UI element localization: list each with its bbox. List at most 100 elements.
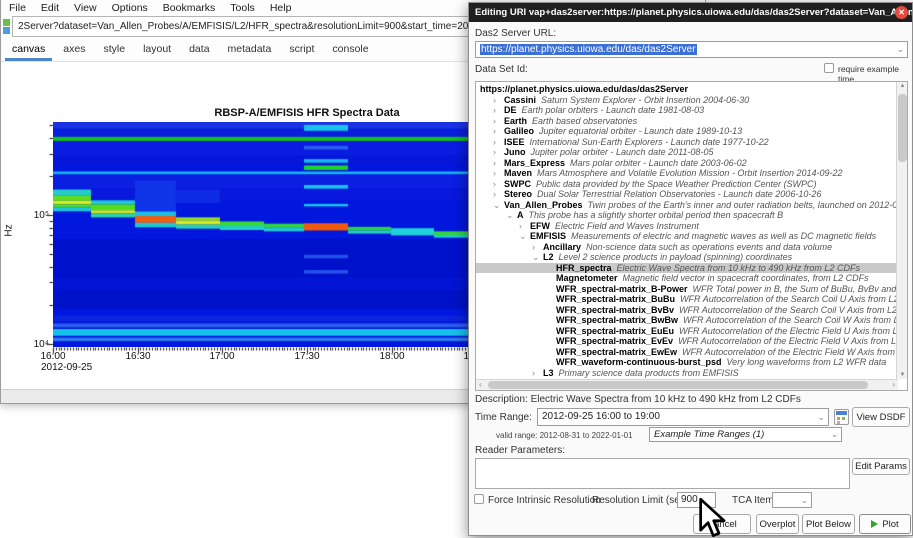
expand-icon[interactable]: › xyxy=(493,95,504,106)
expand-icon[interactable]: › xyxy=(493,116,504,127)
expand-icon[interactable]: › xyxy=(493,189,504,200)
play-icon xyxy=(871,520,878,528)
overplot-button[interactable]: Overplot xyxy=(756,514,799,534)
tree-item-name: EFW xyxy=(530,221,550,231)
tree-item-cassini[interactable]: ›CassiniSaturn System Explorer - Orbit I… xyxy=(476,95,897,106)
tree-item-wfr_spectral-matrix_b-power[interactable]: WFR_spectral-matrix_B-PowerWFR Total pow… xyxy=(476,284,897,295)
tree-item-wfr_spectral-matrix_ewew[interactable]: WFR_spectral-matrix_EwEwWFR Autocorrelat… xyxy=(476,347,897,358)
dialog-titlebar[interactable]: Editing URI vap+das2server:https://plane… xyxy=(469,3,912,22)
chevron-down-icon[interactable]: ⌄ xyxy=(830,428,838,441)
tree-item-wfr_spectral-matrix_bwbw[interactable]: WFR_spectral-matrix_BwBwWFR Autocorrelat… xyxy=(476,315,897,326)
expand-icon[interactable]: › xyxy=(493,158,504,169)
tca-item-combo[interactable]: ⌄ xyxy=(772,492,812,508)
plot-below-button[interactable]: Plot Below xyxy=(802,514,855,534)
view-dsdf-button[interactable]: View DSDF xyxy=(852,407,910,427)
tree-item-wfr_waveform-continuous-burst_psd[interactable]: WFR_waveform-continuous-burst_psdVery lo… xyxy=(476,357,897,368)
tree-item-earth[interactable]: ›EarthEarth based observatories xyxy=(476,116,897,127)
scroll-right-icon[interactable]: › xyxy=(892,380,895,390)
tab-metadata[interactable]: metadata xyxy=(219,39,281,61)
reader-parameters-input[interactable] xyxy=(475,458,850,489)
menu-tools[interactable]: Tools xyxy=(230,2,255,14)
expand-icon[interactable]: › xyxy=(493,126,504,137)
tree-item-name: HFR_spectra xyxy=(556,263,612,273)
expand-icon[interactable]: › xyxy=(493,179,504,190)
tree-item-wfr_spectral-matrix_bubu[interactable]: WFR_spectral-matrix_BuBuWFR Autocorrelat… xyxy=(476,294,897,305)
collapse-icon[interactable]: ⌄ xyxy=(493,200,504,211)
scroll-down-icon[interactable]: ▼ xyxy=(897,372,908,378)
collapse-icon[interactable]: ⌄ xyxy=(532,252,543,263)
tab-layout[interactable]: layout xyxy=(134,39,180,61)
collapse-icon[interactable]: ⌄ xyxy=(519,231,530,242)
expand-icon[interactable]: › xyxy=(493,147,504,158)
tree-item-swpc[interactable]: ›SWPCPublic data provided by the Space W… xyxy=(476,179,897,190)
tree-item-wfr_spectral-matrix_bvbv[interactable]: WFR_spectral-matrix_BvBvWFR Autocorrelat… xyxy=(476,305,897,316)
resolution-limit-input[interactable]: 900 xyxy=(677,492,716,508)
xtick-1800: 18:00 xyxy=(379,351,404,362)
tree-item-wfr_spectral-matrix_evev[interactable]: WFR_spectral-matrix_EvEvWFR Autocorrelat… xyxy=(476,336,897,347)
description-row: Description: Electric Wave Spectra from … xyxy=(475,394,801,405)
tree-item-httpsplanetphysicsuiowaedudasdas2server[interactable]: https://planet.physics.uiowa.edu/das/das… xyxy=(476,84,897,95)
expand-icon[interactable]: › xyxy=(532,242,543,253)
example-time-ranges-label: Example Time Ranges (1) xyxy=(654,429,764,440)
expand-icon[interactable]: › xyxy=(493,105,504,116)
tree-item-efw[interactable]: ›EFWElectric Field and Waves Instrument xyxy=(476,221,897,232)
tree-item-mars_express[interactable]: ›Mars_ExpressMars polar orbiter - Launch… xyxy=(476,158,897,169)
tab-script[interactable]: script xyxy=(280,39,323,61)
tree-item-emfisis[interactable]: ⌄EMFISISMeasurements of electric and mag… xyxy=(476,231,897,242)
example-time-ranges-combo[interactable]: Example Time Ranges (1) ⌄ xyxy=(649,427,842,442)
tree-item-name: DE xyxy=(504,105,517,115)
calendar-icon[interactable] xyxy=(834,409,849,425)
force-intrinsic-resolution-checkbox[interactable] xyxy=(474,494,484,504)
tab-data[interactable]: data xyxy=(180,39,218,61)
scroll-up-icon[interactable]: ▲ xyxy=(897,83,908,89)
chevron-down-icon[interactable]: ⌄ xyxy=(800,493,808,507)
tree-item-l3[interactable]: ›L3Primary science data products from EM… xyxy=(476,368,897,379)
tree-item-stereo[interactable]: ›StereoDual Solar Terrestrial Relation O… xyxy=(476,189,897,200)
menu-help[interactable]: Help xyxy=(270,2,292,14)
tree-item-name: Cassini xyxy=(504,95,536,105)
cancel-button[interactable]: Cancel xyxy=(693,514,751,534)
tree-item-galileo[interactable]: ›GalileoJupiter equatorial orbiter - Lau… xyxy=(476,126,897,137)
scroll-left-icon[interactable]: ‹ xyxy=(479,380,482,390)
tree-item-l2[interactable]: ⌄L2Level 2 science products in payload (… xyxy=(476,252,897,263)
tree-item-a[interactable]: ⌄AThis probe has a slightly shorter orbi… xyxy=(476,210,897,221)
tree-item-de[interactable]: ›DEEarth polar orbiters - Launch date 19… xyxy=(476,105,897,116)
tree-item-name: WFR_spectral-matrix_B-Power xyxy=(556,284,688,294)
tree-item-magnetometer[interactable]: MagnetometerMagnetic field vector in spa… xyxy=(476,273,897,284)
close-icon[interactable]: ✕ xyxy=(895,6,908,19)
menu-options[interactable]: Options xyxy=(112,2,148,14)
require-example-time-checkbox[interactable] xyxy=(824,63,834,73)
menu-edit[interactable]: Edit xyxy=(41,2,59,14)
tab-console[interactable]: console xyxy=(323,39,377,61)
chevron-down-icon[interactable]: ⌄ xyxy=(896,42,904,56)
tree-item-hfr_spectra[interactable]: HFR_spectraElectric Wave Spectra from 10… xyxy=(476,263,897,274)
menu-bookmarks[interactable]: Bookmarks xyxy=(163,2,216,14)
tab-axes[interactable]: axes xyxy=(54,39,94,61)
plot-button[interactable]: Plot xyxy=(859,514,911,534)
tree-vertical-scrollbar[interactable]: ▲ ▼ xyxy=(896,82,907,379)
tree-item-wfr_spectral-matrix_eueu[interactable]: WFR_spectral-matrix_EuEuWFR Autocorrelat… xyxy=(476,326,897,337)
valid-range-text: valid range: 2012-08-31 to 2022-01-01 xyxy=(496,431,633,440)
tree-item-van_allen_probes[interactable]: ⌄Van_Allen_ProbesTwin probes of the Eart… xyxy=(476,200,897,211)
collapse-icon[interactable]: ⌄ xyxy=(506,210,517,221)
tree-horizontal-scrollbar[interactable]: ‹ › xyxy=(476,379,898,390)
tree-item-ancillary[interactable]: ›AncillaryNon-science data such as opera… xyxy=(476,242,897,253)
expand-icon[interactable]: › xyxy=(519,221,530,232)
edit-params-button[interactable]: Edit Params xyxy=(852,458,910,475)
tab-canvas[interactable]: canvas xyxy=(3,39,54,61)
tree-item-juno[interactable]: ›JunoJupiter polar orbiter - Launch date… xyxy=(476,147,897,158)
tab-style[interactable]: style xyxy=(94,39,134,61)
time-range-combo[interactable]: 2012-09-25 16:00 to 19:00 ⌄ xyxy=(537,408,829,426)
tree-item-isee[interactable]: ›ISEEInternational Sun-Earth Explorers -… xyxy=(476,137,897,148)
expand-icon[interactable]: › xyxy=(493,137,504,148)
menu-view[interactable]: View xyxy=(74,2,97,14)
tree-item-maven[interactable]: ›MavenMars Atmosphere and Volatile Evolu… xyxy=(476,168,897,179)
server-url-combo[interactable]: https://planet.physics.uiowa.edu/das/das… xyxy=(475,41,908,58)
scrollbar-thumb[interactable] xyxy=(488,381,868,389)
expand-icon[interactable]: › xyxy=(532,368,543,379)
tree-item-description: WFR Autocorrelation of the Search Coil U… xyxy=(680,294,897,304)
menu-file[interactable]: File xyxy=(9,2,26,14)
scrollbar-thumb[interactable] xyxy=(898,94,907,162)
expand-icon[interactable]: › xyxy=(493,168,504,179)
chevron-down-icon[interactable]: ⌄ xyxy=(817,409,825,425)
